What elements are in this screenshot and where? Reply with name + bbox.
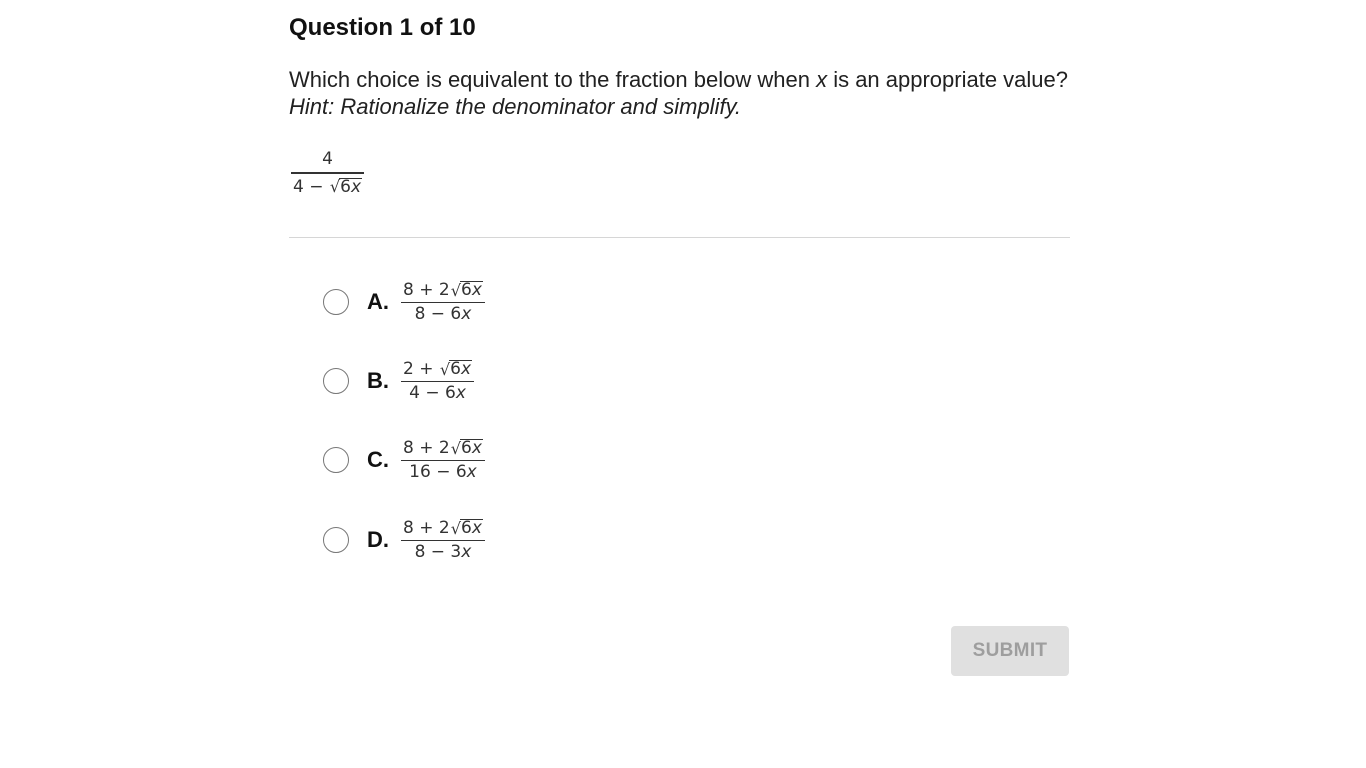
- radicand-number: 6: [460, 279, 472, 300]
- answer-option-d[interactable]: D. 8 + 2 √ 6x 8 − 3x: [323, 512, 485, 568]
- fraction-denominator: 4 − √ 6x: [291, 176, 364, 197]
- answer-option-b[interactable]: B. 2 + √ 6x 4 − 6x: [323, 353, 475, 409]
- denominator-variable: x: [466, 462, 477, 483]
- fraction-bar: [401, 459, 485, 462]
- radio-button-c[interactable]: [323, 447, 349, 473]
- radicand-variable: x: [471, 437, 482, 458]
- radicand-variable: x: [461, 358, 472, 379]
- fraction-numerator: 4: [320, 151, 335, 168]
- submit-button[interactable]: SUBMIT: [951, 626, 1069, 676]
- quiz-page: Question 1 of 10 Which choice is equival…: [0, 0, 1366, 768]
- radicand: 6x: [339, 176, 363, 197]
- square-root: √ 6x: [451, 517, 483, 538]
- numerator-prefix: 8 + 2: [403, 437, 450, 458]
- prompt-text-end: is an appropriate value?: [827, 67, 1069, 92]
- numerator-prefix: 8 + 2: [403, 279, 450, 300]
- radicand-number: 6: [460, 517, 472, 538]
- radicand-number: 6: [340, 176, 351, 197]
- prompt-variable: x: [816, 67, 828, 92]
- question-prompt: Which choice is equivalent to the fracti…: [289, 66, 1070, 120]
- option-fraction: 2 + √ 6x 4 − 6x: [401, 358, 475, 403]
- denominator-prefix: 4 −: [293, 176, 329, 197]
- fraction-bar: [291, 172, 365, 174]
- radicand-variable: x: [351, 176, 362, 197]
- square-root: √ 6x: [440, 358, 473, 379]
- option-letter: B.: [367, 368, 389, 393]
- option-numerator: 8 + 2 √ 6x: [401, 279, 485, 300]
- denominator-prefix: 8 − 3: [414, 542, 462, 563]
- option-numerator: 8 + 2 √ 6x: [401, 517, 485, 538]
- option-denominator: 16 − 6x: [407, 464, 479, 481]
- option-numerator: 8 + 2 √ 6x: [401, 437, 485, 458]
- denominator-prefix: 16 − 6: [409, 462, 467, 483]
- square-root: √ 6x: [451, 437, 483, 458]
- radio-button-d[interactable]: [323, 527, 349, 553]
- answer-option-c[interactable]: C. 8 + 2 √ 6x 16 − 6x: [323, 432, 485, 488]
- question-title: Question 1 of 10: [289, 14, 476, 41]
- denominator-variable: x: [455, 383, 466, 404]
- option-letter: A.: [367, 289, 389, 314]
- radio-button-a[interactable]: [323, 289, 349, 315]
- radio-button-b[interactable]: [323, 368, 349, 394]
- numerator-value: 4: [322, 149, 333, 169]
- option-numerator: 2 + √ 6x: [401, 358, 474, 379]
- radicand-number: 6: [460, 437, 472, 458]
- option-fraction: 8 + 2 √ 6x 16 − 6x: [401, 437, 485, 482]
- option-fraction: 8 + 2 √ 6x 8 − 6x: [401, 279, 485, 324]
- radicand-number: 6: [450, 358, 461, 379]
- radicand-variable: x: [471, 517, 482, 538]
- numerator-prefix: 2 +: [403, 358, 439, 379]
- radicand: 6x: [459, 437, 483, 458]
- fraction-bar: [401, 539, 485, 542]
- radicand: 6x: [459, 517, 483, 538]
- option-denominator: 4 − 6x: [407, 385, 468, 402]
- numerator-prefix: 8 + 2: [403, 517, 450, 538]
- square-root: √ 6x: [451, 279, 483, 300]
- denominator-variable: x: [461, 542, 472, 563]
- section-divider: [289, 237, 1070, 238]
- prompt-hint: Hint: Rationalize the denominator and si…: [289, 94, 742, 119]
- denominator-variable: x: [461, 304, 472, 325]
- radicand: 6x: [459, 279, 483, 300]
- square-root: √ 6x: [330, 176, 363, 197]
- fraction-bar: [401, 301, 485, 304]
- denominator-prefix: 4 − 6: [409, 383, 456, 404]
- radicand-variable: x: [471, 279, 482, 300]
- prompt-text-start: Which choice is equivalent to the fracti…: [289, 67, 817, 92]
- option-fraction: 8 + 2 √ 6x 8 − 3x: [401, 517, 485, 562]
- option-letter: D.: [367, 527, 389, 552]
- option-denominator: 8 − 6x: [413, 306, 474, 323]
- fraction-bar: [401, 380, 475, 383]
- option-denominator: 8 − 3x: [413, 544, 474, 561]
- question-fraction: 4 4 − √ 6x: [291, 151, 365, 197]
- option-letter: C.: [367, 447, 389, 472]
- denominator-prefix: 8 − 6: [414, 304, 462, 325]
- radicand: 6x: [449, 358, 473, 379]
- answer-option-a[interactable]: A. 8 + 2 √ 6x 8 − 6x: [323, 274, 485, 330]
